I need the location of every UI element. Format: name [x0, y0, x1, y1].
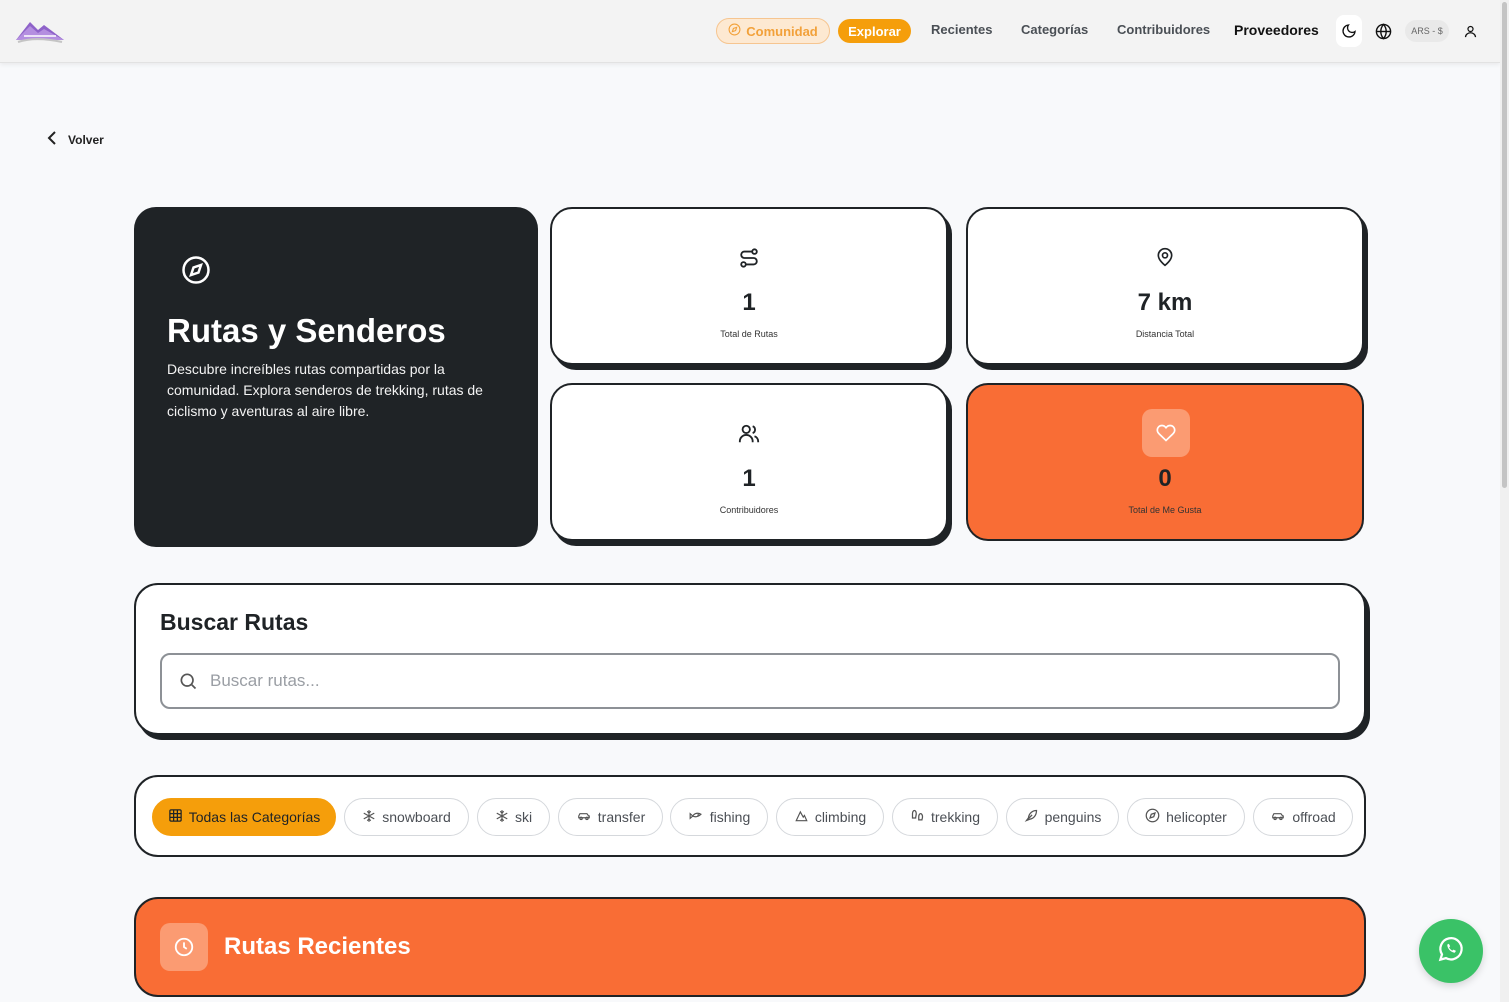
category-chip-transfer[interactable]: transfer — [558, 798, 663, 836]
page-title: Rutas y Senderos — [167, 312, 446, 349]
category-chip-climbing[interactable]: climbing — [776, 798, 884, 836]
snowflake-icon — [495, 809, 509, 826]
car-icon — [1270, 809, 1286, 826]
nav-comunidad-label: Comunidad — [746, 23, 818, 39]
route-icon — [552, 247, 946, 269]
hero-card: Rutas y Senderos Descubre increíbles rut… — [134, 207, 538, 547]
whatsapp-icon — [1436, 934, 1466, 969]
category-chip-penguins[interactable]: penguins — [1006, 798, 1119, 836]
nav-comunidad[interactable]: Comunidad — [716, 18, 830, 44]
search-card: Buscar Rutas — [134, 583, 1366, 735]
chevron-left-icon — [46, 130, 58, 149]
brand-logo[interactable] — [14, 16, 66, 46]
category-chip-label: climbing — [814, 809, 867, 825]
map-pin-icon — [968, 247, 1362, 267]
nav-recientes[interactable]: Recientes — [931, 22, 992, 37]
nav-categorias[interactable]: Categorías — [1021, 22, 1088, 37]
category-chip-snowboard[interactable]: snowboard — [344, 798, 469, 836]
scrollbar-thumb[interactable] — [1502, 2, 1507, 488]
category-chip-label: offroad — [1292, 809, 1336, 825]
category-chip-helicopter[interactable]: helicopter — [1127, 798, 1245, 836]
category-chip-ski[interactable]: ski — [477, 798, 550, 836]
category-chip-fishing[interactable]: fishing — [670, 798, 768, 836]
category-chip-trekking[interactable]: trekking — [892, 798, 998, 836]
globe-icon[interactable] — [1370, 16, 1396, 46]
back-button[interactable]: Volver — [46, 130, 104, 149]
hero-description: Descubre increíbles rutas compartidas po… — [167, 361, 483, 419]
category-filter-bar: Todas las Categorías snowboard ski trans… — [134, 775, 1366, 857]
mountain-icon — [794, 809, 809, 826]
whatsapp-button[interactable] — [1419, 919, 1483, 983]
stat-distance-label: Distancia Total — [1135, 329, 1195, 339]
nav-explorar[interactable]: Explorar — [838, 19, 911, 43]
stat-card-contributors: 1 Contribuidores — [550, 383, 948, 541]
category-chip-offroad[interactable]: offroad — [1253, 798, 1353, 836]
snowflake-icon — [362, 809, 376, 826]
nav-proveedores[interactable]: Proveedores — [1234, 22, 1319, 38]
recent-routes-section: Rutas Recientes — [134, 897, 1366, 997]
users-icon — [552, 423, 946, 445]
stat-routes-value: 1 — [742, 289, 756, 316]
stat-contributors-label: Contribuidores — [719, 505, 779, 515]
grid-icon — [168, 808, 183, 826]
compass-icon — [181, 255, 211, 290]
heart-icon — [1142, 409, 1190, 457]
compass-icon — [1145, 808, 1160, 826]
search-icon — [178, 671, 198, 691]
category-chip-label: transfer — [597, 809, 646, 825]
stat-routes-label: Total de Rutas — [720, 329, 778, 339]
category-chip-label: helicopter — [1166, 809, 1227, 825]
category-chip-all[interactable]: Todas las Categorías — [152, 798, 336, 836]
category-chip-label: trekking — [930, 809, 981, 825]
category-chip-label: penguins — [1044, 809, 1102, 825]
nav-contribuidores[interactable]: Contribuidores — [1117, 22, 1210, 37]
category-chip-label: ski — [514, 809, 533, 825]
top-header: Comunidad Explorar Recientes Categorías … — [0, 0, 1500, 63]
search-title: Buscar Rutas — [160, 609, 309, 635]
stat-likes-value: 0 — [1158, 465, 1172, 492]
stat-card-routes: 1 Total de Rutas — [550, 207, 948, 365]
user-icon[interactable] — [1457, 16, 1483, 46]
stat-likes-label: Total de Me Gusta — [1128, 505, 1202, 515]
back-label: Volver — [68, 132, 104, 147]
footprints-icon — [910, 808, 925, 826]
stat-card-distance: 7 km Distancia Total — [966, 207, 1364, 365]
compass-icon — [728, 23, 741, 39]
clock-icon — [160, 923, 208, 971]
moon-icon[interactable] — [1336, 15, 1362, 47]
fish-icon — [688, 809, 704, 826]
recent-routes-title: Rutas Recientes — [224, 933, 411, 960]
stat-contributors-value: 1 — [742, 465, 756, 492]
stat-distance-value: 7 km — [1137, 289, 1193, 316]
category-chip-label: snowboard — [382, 809, 451, 825]
bird-icon — [1024, 808, 1039, 826]
category-chip-label: Todas las Categorías — [188, 809, 321, 825]
currency-selector[interactable]: ARS - $ — [1405, 20, 1449, 42]
search-input[interactable] — [210, 671, 1310, 691]
car-icon — [576, 809, 592, 826]
search-box[interactable] — [160, 653, 1340, 709]
category-chip-label: fishing — [709, 809, 751, 825]
page-scrollbar[interactable] — [1500, 0, 1509, 1002]
stat-card-likes: 0 Total de Me Gusta — [966, 383, 1364, 541]
